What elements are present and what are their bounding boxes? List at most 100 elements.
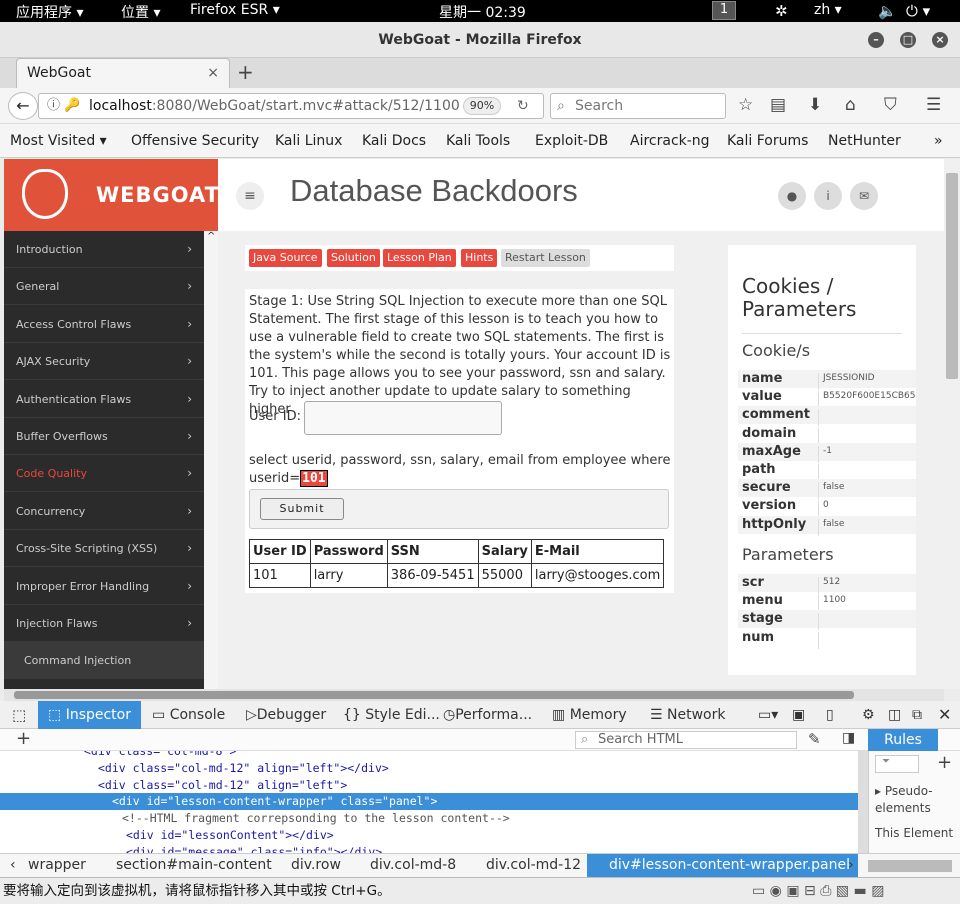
tab-style-editor[interactable]: {} Style Edi...	[343, 701, 440, 729]
language-menu[interactable]: zh ▾	[814, 2, 842, 18]
tab-inspector[interactable]: ⬚ Inspector	[38, 701, 141, 729]
page-vertical-scrollbar[interactable]	[944, 159, 960, 689]
sidebar-item[interactable]: Authentication Flaws ›	[4, 381, 204, 418]
sidebar-item[interactable]: Cross-Site Scripting (XSS) ›	[4, 530, 204, 568]
solution-button[interactable]: Solution	[327, 249, 380, 267]
download-icon[interactable]: ⬇	[808, 94, 822, 116]
markup-line[interactable]: <div class="col-md-12" align="left">	[0, 777, 858, 794]
reload-icon[interactable]: ↻	[517, 94, 529, 118]
webgoat-logo[interactable]: WEBGOAT	[4, 159, 219, 231]
mail-icon[interactable]: ✉	[850, 182, 878, 210]
add-node-icon[interactable]: +	[16, 728, 31, 749]
info-icon[interactable]: i	[814, 182, 842, 210]
markup-line[interactable]: <!--HTML fragment correpsonding to the l…	[0, 810, 858, 827]
volume-icon[interactable]: 🔈	[878, 2, 897, 20]
sidebar-item[interactable]: Concurrency ›	[4, 493, 204, 530]
applications-menu[interactable]: 应用程序 ▾	[16, 2, 83, 22]
bookmark-nethunter[interactable]: NetHunter	[828, 133, 901, 149]
markup-line[interactable]: <div class="col-md-8">	[0, 751, 858, 760]
bookmark-most-visited[interactable]: Most Visited ▾	[10, 133, 107, 149]
sidebar-item[interactable]: Code Quality ›	[4, 455, 204, 493]
bookmark-kali-forums[interactable]: Kali Forums	[727, 133, 808, 149]
bookmark-kali-docs[interactable]: Kali Docs	[362, 133, 426, 149]
add-rule-icon[interactable]: +	[937, 752, 952, 773]
lesson-plan-button[interactable]: Lesson Plan	[383, 249, 456, 267]
tab-rules[interactable]: Rules	[868, 729, 938, 751]
url-bar[interactable]: ⓘ 🔑 localhost:8080/WebGoat/start.mvc#att…	[38, 93, 544, 119]
page-horizontal-scrollbar[interactable]	[4, 689, 944, 701]
maximize-icon[interactable]: □	[900, 32, 916, 48]
back-arrow-icon[interactable]: ←	[8, 92, 38, 120]
split-console-icon[interactable]: ▣	[792, 701, 805, 729]
devtools-close-icon[interactable]: ✕	[938, 701, 951, 729]
clock[interactable]: 星期一 02:39	[439, 2, 526, 22]
markup-scrollbar[interactable]	[858, 751, 868, 853]
new-tab-button[interactable]: +	[237, 60, 254, 84]
screenshot-icon[interactable]: ▯	[826, 701, 834, 729]
tab-debugger[interactable]: ▷Debugger	[246, 701, 326, 729]
user-id-input[interactable]	[304, 401, 502, 435]
bookmarks-overflow-icon[interactable]: »	[934, 133, 943, 149]
sidebar-item[interactable]: General ›	[4, 268, 204, 306]
submit-button[interactable]: Submit	[260, 498, 344, 520]
breadcrumb-item[interactable]: wrapper	[28, 854, 86, 878]
bookmark-star-icon[interactable]: ☆	[738, 94, 753, 116]
scroll-up-icon[interactable]: ^	[207, 231, 215, 242]
sidebar-item[interactable]: Buffer Overflows ›	[4, 418, 204, 455]
pick-element-icon[interactable]: ⬚	[12, 701, 26, 729]
horizontal-scrollbar-thumb[interactable]	[14, 691, 854, 699]
power-menu-icon[interactable]: ⏻ ▾	[906, 2, 930, 20]
user-icon[interactable]: ●	[778, 182, 806, 210]
breadcrumb-item[interactable]: div.col-md-8	[370, 854, 456, 878]
sidebar-item[interactable]: Improper Error Handling ›	[4, 568, 204, 605]
sidebar-subitem-command-injection[interactable]: Command Injection	[4, 642, 204, 680]
hamburger-menu-icon[interactable]: ☰	[926, 94, 941, 116]
pseudo-elements-toggle[interactable]: ▸ Pseudo-elements	[875, 783, 955, 817]
sidebar-item[interactable]: Access Control Flaws ›	[4, 306, 204, 343]
tab-memory[interactable]: ▥ Memory	[552, 701, 627, 729]
dock-side-icon[interactable]: ◫	[888, 701, 901, 729]
breadcrumb-item[interactable]: div.col-md-12	[486, 854, 581, 878]
tab-webgoat[interactable]: WebGoat ×	[16, 58, 230, 88]
accessibility-icon[interactable]: ✲	[775, 2, 788, 20]
hints-button[interactable]: Hints	[461, 249, 498, 267]
firefox-app-menu[interactable]: Firefox ESR ▾	[190, 2, 280, 18]
places-menu[interactable]: 位置 ▾	[121, 2, 160, 22]
home-icon[interactable]: ⌂	[845, 94, 856, 116]
markup-line[interactable]: <div id="lesson-content-wrapper" class="…	[0, 793, 858, 811]
vm-device-icons[interactable]: ▭ ◉ ▣ ⊟ ⎙ ▧ ▬ ▨	[752, 878, 884, 904]
pocket-icon[interactable]: ⛉	[884, 94, 897, 116]
zoom-indicator[interactable]: 90%	[463, 97, 501, 115]
breadcrumb-item[interactable]: section#main-content	[116, 854, 272, 878]
toggle-sidebar-icon[interactable]: ◨	[842, 730, 855, 746]
bookmark-offensive-security[interactable]: Offensive Security	[131, 133, 259, 149]
breadcrumb-item-selected[interactable]: div#lesson-content-wrapper.panel	[587, 854, 858, 878]
bookmark-kali-linux[interactable]: Kali Linux	[275, 133, 342, 149]
settings-gear-icon[interactable]: ⚙	[862, 701, 875, 729]
responsive-mode-icon[interactable]: ▭▾	[758, 701, 778, 729]
site-info-icon[interactable]: ⓘ 🔑	[47, 94, 80, 118]
markup-line[interactable]: <div id="message" class="info"></div>	[0, 844, 858, 853]
close-window-icon[interactable]: ×	[932, 32, 948, 48]
breadcrumb-scroll-left-icon[interactable]: ‹	[10, 854, 16, 878]
search-box[interactable]: ⌕ Search	[550, 93, 726, 119]
breadcrumb-item[interactable]: div.row	[291, 854, 341, 878]
sidebar-item[interactable]: AJAX Security ›	[4, 343, 204, 381]
tab-close-icon[interactable]: ×	[207, 59, 219, 87]
reading-list-icon[interactable]: ▤	[770, 94, 786, 116]
sidebar-item[interactable]: Introduction ›	[4, 231, 204, 268]
search-html-input[interactable]: ⌕ Search HTML	[575, 731, 797, 749]
filter-icon[interactable]: ⏷	[875, 755, 919, 773]
minimize-icon[interactable]: –	[868, 32, 884, 48]
workspace-indicator[interactable]: 1	[712, 1, 736, 20]
tab-network[interactable]: ☰ Network	[650, 701, 725, 729]
bookmark-exploit-db[interactable]: Exploit-DB	[535, 133, 608, 149]
scrollbar-thumb[interactable]	[946, 173, 958, 379]
bookmark-aircrack-ng[interactable]: Aircrack-ng	[630, 133, 710, 149]
tab-console[interactable]: ▭ Console	[152, 701, 225, 729]
restart-lesson-button[interactable]: Restart Lesson	[501, 249, 590, 267]
rules-horizontal-scrollbar[interactable]	[868, 860, 952, 872]
breadcrumb-scroll-right-icon[interactable]: ›	[848, 854, 854, 878]
dock-window-icon[interactable]: ⧉	[912, 701, 922, 729]
tab-performance[interactable]: ◷Performa...	[443, 701, 532, 729]
